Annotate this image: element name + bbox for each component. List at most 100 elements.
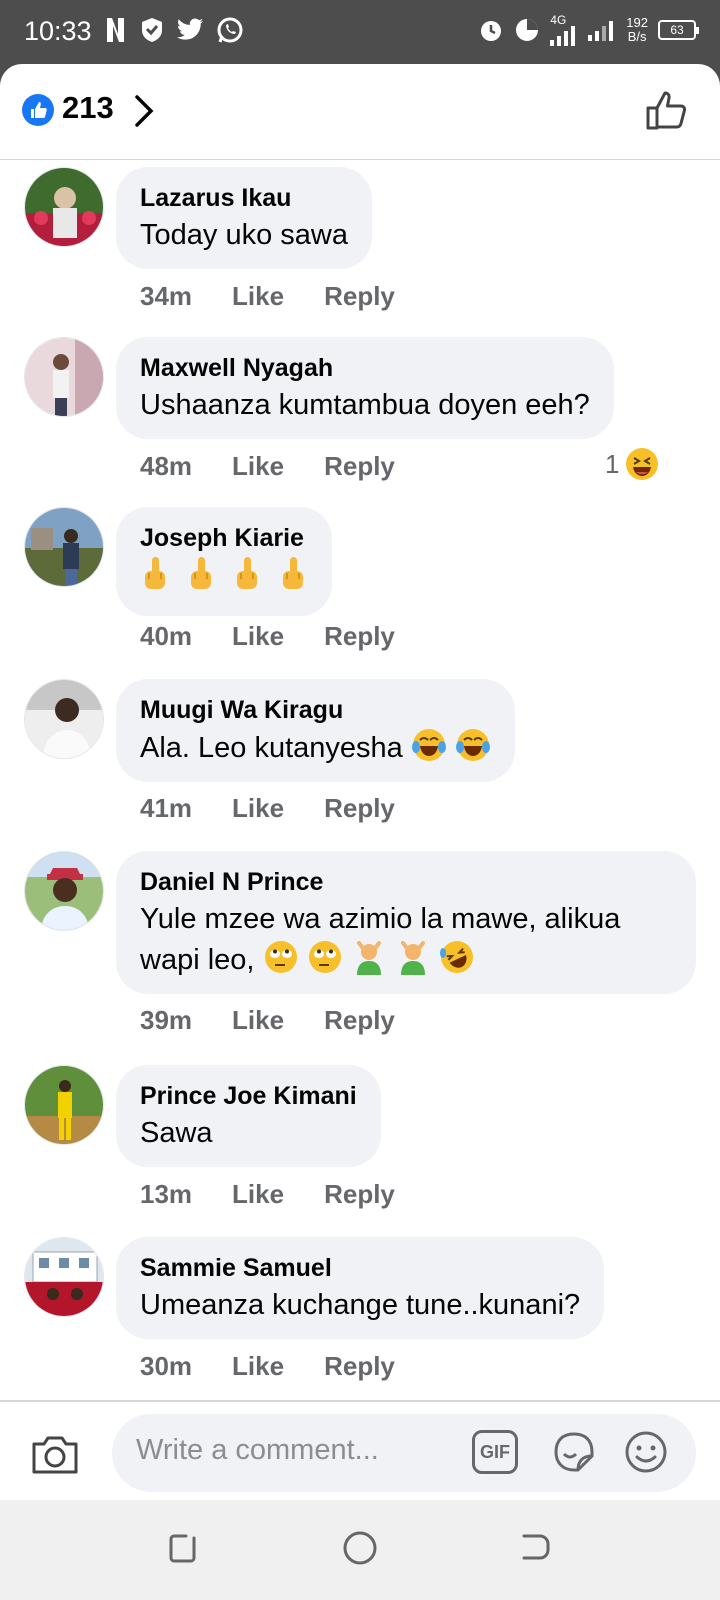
comment-bubble[interactable]: Lazarus Ikau Today uko sawa bbox=[116, 167, 372, 269]
comment-time: 34m bbox=[140, 281, 193, 311]
comment-time: 48m bbox=[140, 451, 193, 481]
avatar[interactable] bbox=[24, 679, 104, 759]
status-bar: 10:33 4G 192 B/s 63 bbox=[0, 0, 720, 64]
reply-button[interactable]: Reply bbox=[324, 1179, 395, 1210]
signal-icon bbox=[588, 21, 614, 41]
middle-finger-emoji-icon bbox=[145, 557, 165, 589]
home-icon[interactable] bbox=[342, 1530, 378, 1566]
comment-text: Today uko sawa bbox=[140, 219, 348, 251]
like-button[interactable]: Like bbox=[232, 1005, 284, 1036]
reaction-count: 1 bbox=[605, 448, 620, 479]
comment-actions: 13m Like Reply bbox=[140, 1179, 435, 1210]
comment-author[interactable]: Sammie Samuel bbox=[140, 1253, 580, 1283]
netflix-icon bbox=[107, 18, 124, 42]
alarm-icon bbox=[481, 21, 502, 41]
comment-text: Ala. Leo kutanyesha bbox=[140, 727, 491, 768]
comment-text: Umeanza kuchange tune..kunani? bbox=[140, 1289, 581, 1321]
like-button[interactable]: Like bbox=[232, 1351, 284, 1382]
rolling-eyes-emoji-icon bbox=[308, 941, 341, 973]
tears-of-joy-emoji-icon bbox=[411, 729, 446, 761]
like-button[interactable]: Like bbox=[232, 793, 284, 824]
shield-icon bbox=[142, 18, 162, 42]
reply-button[interactable]: Reply bbox=[324, 451, 395, 482]
whatsapp-icon bbox=[217, 17, 243, 43]
back-icon[interactable] bbox=[518, 1530, 552, 1564]
sticker-icon[interactable] bbox=[550, 1428, 598, 1476]
comment-bubble[interactable]: Daniel N Prince Yule mzee wa azimio la m… bbox=[116, 851, 696, 994]
like-count[interactable]: 213 bbox=[62, 90, 114, 126]
avatar[interactable] bbox=[24, 507, 104, 587]
reply-button[interactable]: Reply bbox=[324, 1005, 395, 1036]
system-nav-bar bbox=[0, 1500, 720, 1600]
comment-bubble[interactable]: Muugi Wa Kiragu Ala. Leo kutanyesha bbox=[116, 679, 515, 782]
comment-text: Yule mzee wa azimio la mawe, alikua wapi… bbox=[140, 899, 672, 980]
middle-finger-emoji-icon bbox=[237, 557, 258, 589]
comment-actions: 48m Like Reply bbox=[140, 451, 435, 482]
rolling-laughing-emoji-icon bbox=[439, 941, 473, 973]
reply-button[interactable]: Reply bbox=[324, 281, 395, 312]
comment-text: Ushaanza kumtambua doyen eeh? bbox=[140, 389, 590, 421]
comment-reactions[interactable]: 1 bbox=[605, 447, 659, 481]
comment-time: 30m bbox=[140, 1351, 193, 1381]
system-icons: 4G 192 B/s 63 bbox=[478, 14, 699, 46]
middle-finger-emoji-icon bbox=[191, 557, 212, 589]
avatar[interactable] bbox=[24, 167, 104, 247]
chevron-right-icon[interactable] bbox=[132, 94, 156, 128]
tears-of-joy-emoji-icon bbox=[455, 729, 490, 761]
battery-icon: 63 bbox=[658, 20, 699, 40]
data-saver-icon bbox=[516, 19, 539, 41]
comment-author[interactable]: Lazarus Ikau bbox=[140, 183, 348, 213]
avatar[interactable] bbox=[24, 1065, 104, 1145]
recents-icon[interactable] bbox=[166, 1530, 200, 1564]
comment-text bbox=[140, 555, 308, 602]
avatar[interactable] bbox=[24, 851, 104, 931]
status-time: 10:33 bbox=[24, 16, 92, 46]
comment-actions: 39m Like Reply bbox=[140, 1005, 435, 1036]
laughing-emoji-icon bbox=[626, 448, 659, 480]
gif-button[interactable]: GIF bbox=[472, 1430, 518, 1474]
notification-icons bbox=[104, 16, 244, 44]
avatar[interactable] bbox=[24, 1237, 104, 1317]
comment-bubble[interactable]: Prince Joe Kimani Sawa bbox=[116, 1065, 381, 1167]
network-speed: 192 B/s bbox=[626, 15, 648, 44]
comment-actions: 30m Like Reply bbox=[140, 1351, 435, 1382]
like-button[interactable]: Like bbox=[232, 281, 284, 312]
person-gesturing-emoji-icon bbox=[356, 941, 381, 975]
rolling-eyes-emoji-icon bbox=[264, 941, 297, 973]
like-outline-icon[interactable] bbox=[644, 88, 688, 132]
comment-time: 13m bbox=[140, 1179, 193, 1209]
comment-actions: 34m Like Reply bbox=[140, 281, 435, 312]
comment-time: 39m bbox=[140, 1005, 193, 1035]
comment-author[interactable]: Joseph Kiarie bbox=[140, 523, 308, 553]
like-button[interactable]: Like bbox=[232, 1179, 284, 1210]
comment-author[interactable]: Maxwell Nyagah bbox=[140, 353, 590, 383]
avatar[interactable] bbox=[24, 337, 104, 417]
like-button[interactable]: Like bbox=[232, 451, 284, 482]
network-label: 4G bbox=[550, 13, 567, 27]
emoji-icon[interactable] bbox=[622, 1428, 670, 1476]
comment-author[interactable]: Muugi Wa Kiragu bbox=[140, 695, 491, 725]
comment-bubble[interactable]: Maxwell Nyagah Ushaanza kumtambua doyen … bbox=[116, 337, 614, 439]
reply-button[interactable]: Reply bbox=[324, 621, 395, 652]
reactions-header: 213 bbox=[0, 64, 720, 160]
comment-time: 41m bbox=[140, 793, 193, 823]
camera-icon[interactable] bbox=[30, 1432, 80, 1476]
reply-button[interactable]: Reply bbox=[324, 1351, 395, 1382]
comment-author[interactable]: Daniel N Prince bbox=[140, 867, 672, 897]
reply-button[interactable]: Reply bbox=[324, 793, 395, 824]
twitter-icon bbox=[177, 18, 203, 40]
comment-author[interactable]: Prince Joe Kimani bbox=[140, 1081, 357, 1111]
like-button[interactable]: Like bbox=[232, 621, 284, 652]
like-reaction-icon[interactable] bbox=[22, 94, 54, 126]
comment-time: 40m bbox=[140, 621, 193, 651]
comment-bubble[interactable]: Joseph Kiarie bbox=[116, 507, 333, 616]
comment-input-placeholder[interactable]: Write a comment... bbox=[136, 1434, 379, 1467]
comment-bubble[interactable]: Sammie Samuel Umeanza kuchange tune..kun… bbox=[116, 1237, 605, 1339]
signal-4g-icon: 4G bbox=[550, 14, 578, 46]
comment-text: Sawa bbox=[140, 1117, 213, 1149]
comment-composer: Write a comment... GIF bbox=[0, 1400, 720, 1500]
middle-finger-emoji-icon bbox=[283, 557, 304, 589]
comments-sheet: 213 Lazarus Ikau Today uko sawa 34m Like… bbox=[0, 64, 720, 1500]
comment-actions: 41m Like Reply bbox=[140, 793, 435, 824]
comment-input[interactable]: Write a comment... GIF bbox=[112, 1414, 696, 1492]
